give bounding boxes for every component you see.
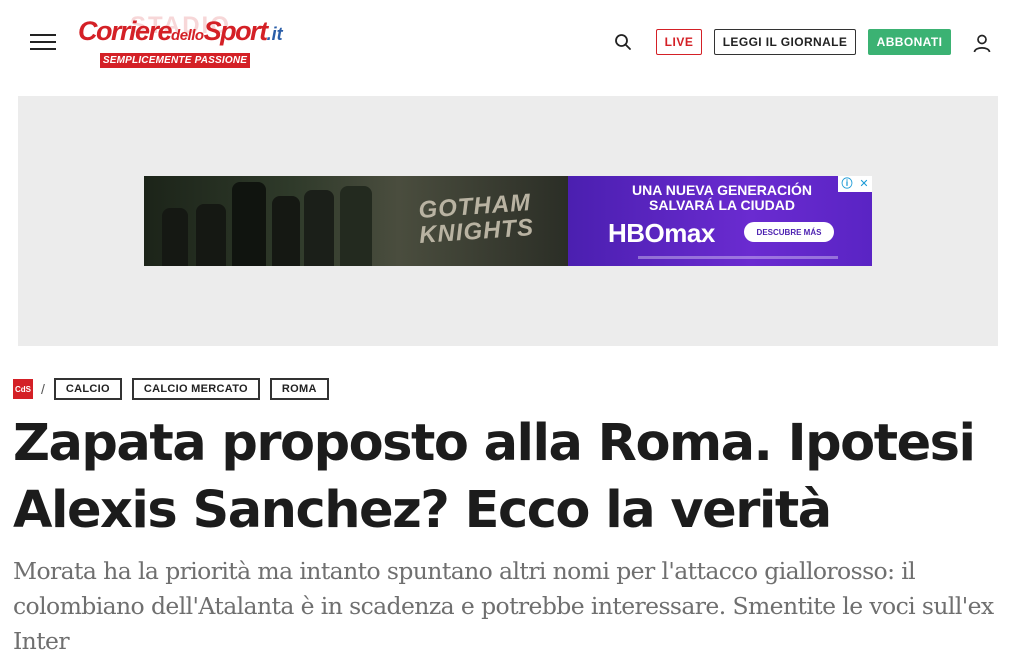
- breadcrumb-roma[interactable]: ROMA: [269, 378, 329, 400]
- close-icon[interactable]: ✕: [859, 176, 868, 192]
- cds-home-logo[interactable]: CdS: [13, 379, 33, 399]
- breadcrumb: CdS / CALCIO CALCIO MERCATO ROMA: [13, 377, 339, 401]
- breadcrumb-calcio-mercato[interactable]: CALCIO MERCATO: [131, 378, 260, 400]
- info-icon[interactable]: ⓘ: [841, 176, 852, 192]
- ad-headline: UNA NUEVA GENERACIÓN SALVARÁ LA CIUDAD: [632, 182, 812, 213]
- breadcrumb-calcio[interactable]: CALCIO: [53, 378, 122, 400]
- article-title: Zapata proposto alla Roma. Ipotesi Alexi…: [13, 414, 976, 540]
- ad-choices[interactable]: ⓘ ✕: [838, 176, 872, 192]
- breadcrumb-separator: /: [41, 381, 45, 397]
- subscribe-button[interactable]: ABBONATI: [868, 29, 951, 55]
- article-subtitle: Morata ha la priorità ma intanto spuntan…: [13, 557, 994, 655]
- ad-banner[interactable]: GOTHAM KNIGHTS UNA NUEVA GENERACIÓN SALV…: [144, 176, 872, 266]
- user-icon[interactable]: [972, 33, 992, 53]
- site-logo[interactable]: STADIO CorrieredelloSport.it SEMPLICEMEN…: [78, 12, 290, 70]
- live-button[interactable]: LIVE: [656, 29, 702, 55]
- hamburger-menu-icon[interactable]: [30, 34, 56, 50]
- site-header: STADIO CorrieredelloSport.it SEMPLICEMEN…: [0, 0, 1012, 84]
- ad-gotham-title: GOTHAM KNIGHTS: [417, 189, 535, 249]
- ad-image-gotham: GOTHAM KNIGHTS: [144, 176, 568, 266]
- ad-hbo-panel: UNA NUEVA GENERACIÓN SALVARÁ LA CIUDAD H…: [568, 176, 872, 266]
- logo-wordmark: CorrieredelloSport.it: [78, 16, 283, 46]
- search-icon[interactable]: [614, 33, 632, 51]
- ad-cta-button[interactable]: DESCUBRE MÁS: [744, 222, 834, 242]
- read-newspaper-button[interactable]: LEGGI IL GIORNALE: [714, 29, 856, 55]
- logo-tagline: SEMPLICEMENTE PASSIONE: [100, 53, 250, 68]
- ad-brand-logo: HBOmax: [608, 218, 715, 248]
- ad-fineprint: [638, 256, 838, 259]
